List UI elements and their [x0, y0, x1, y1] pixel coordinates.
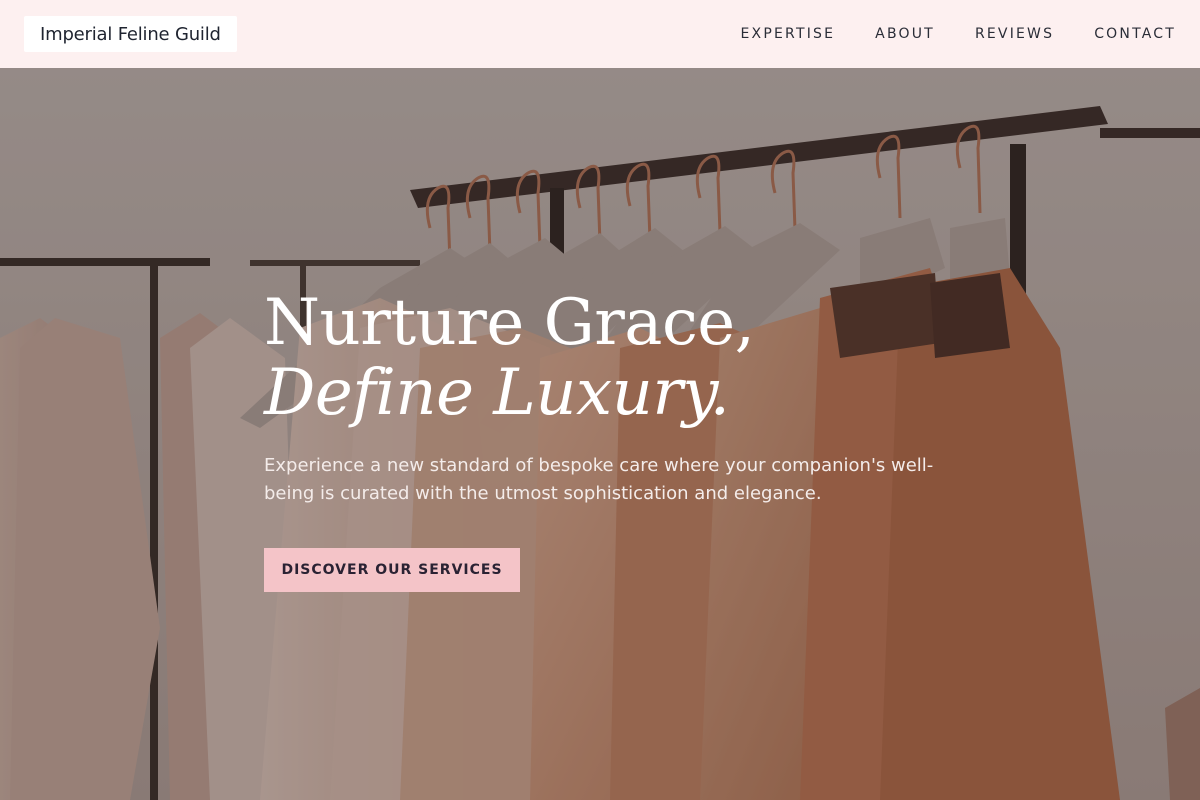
site-logo[interactable]: Imperial Feline Guild	[24, 16, 237, 52]
hero-headline: Nurture Grace, Define Luxury.	[264, 288, 964, 428]
hero-subtext: Experience a new standard of bespoke car…	[264, 455, 934, 504]
nav-link-about[interactable]: ABOUT	[875, 26, 935, 42]
hero-content: Nurture Grace, Define Luxury. Experience…	[264, 288, 964, 592]
hero-section: Nurture Grace, Define Luxury. Experience…	[0, 68, 1200, 800]
nav-link-expertise[interactable]: EXPERTISE	[741, 26, 836, 42]
headline-line-2: Define Luxury.	[264, 356, 730, 430]
site-header: Imperial Feline Guild EXPERTISE ABOUT RE…	[0, 0, 1200, 68]
discover-services-button[interactable]: DISCOVER OUR SERVICES	[264, 548, 520, 592]
nav-link-contact[interactable]: CONTACT	[1094, 26, 1176, 42]
nav-link-reviews[interactable]: REVIEWS	[975, 26, 1054, 42]
headline-line-1: Nurture Grace,	[264, 286, 755, 360]
main-nav: EXPERTISE ABOUT REVIEWS CONTACT	[741, 26, 1176, 42]
